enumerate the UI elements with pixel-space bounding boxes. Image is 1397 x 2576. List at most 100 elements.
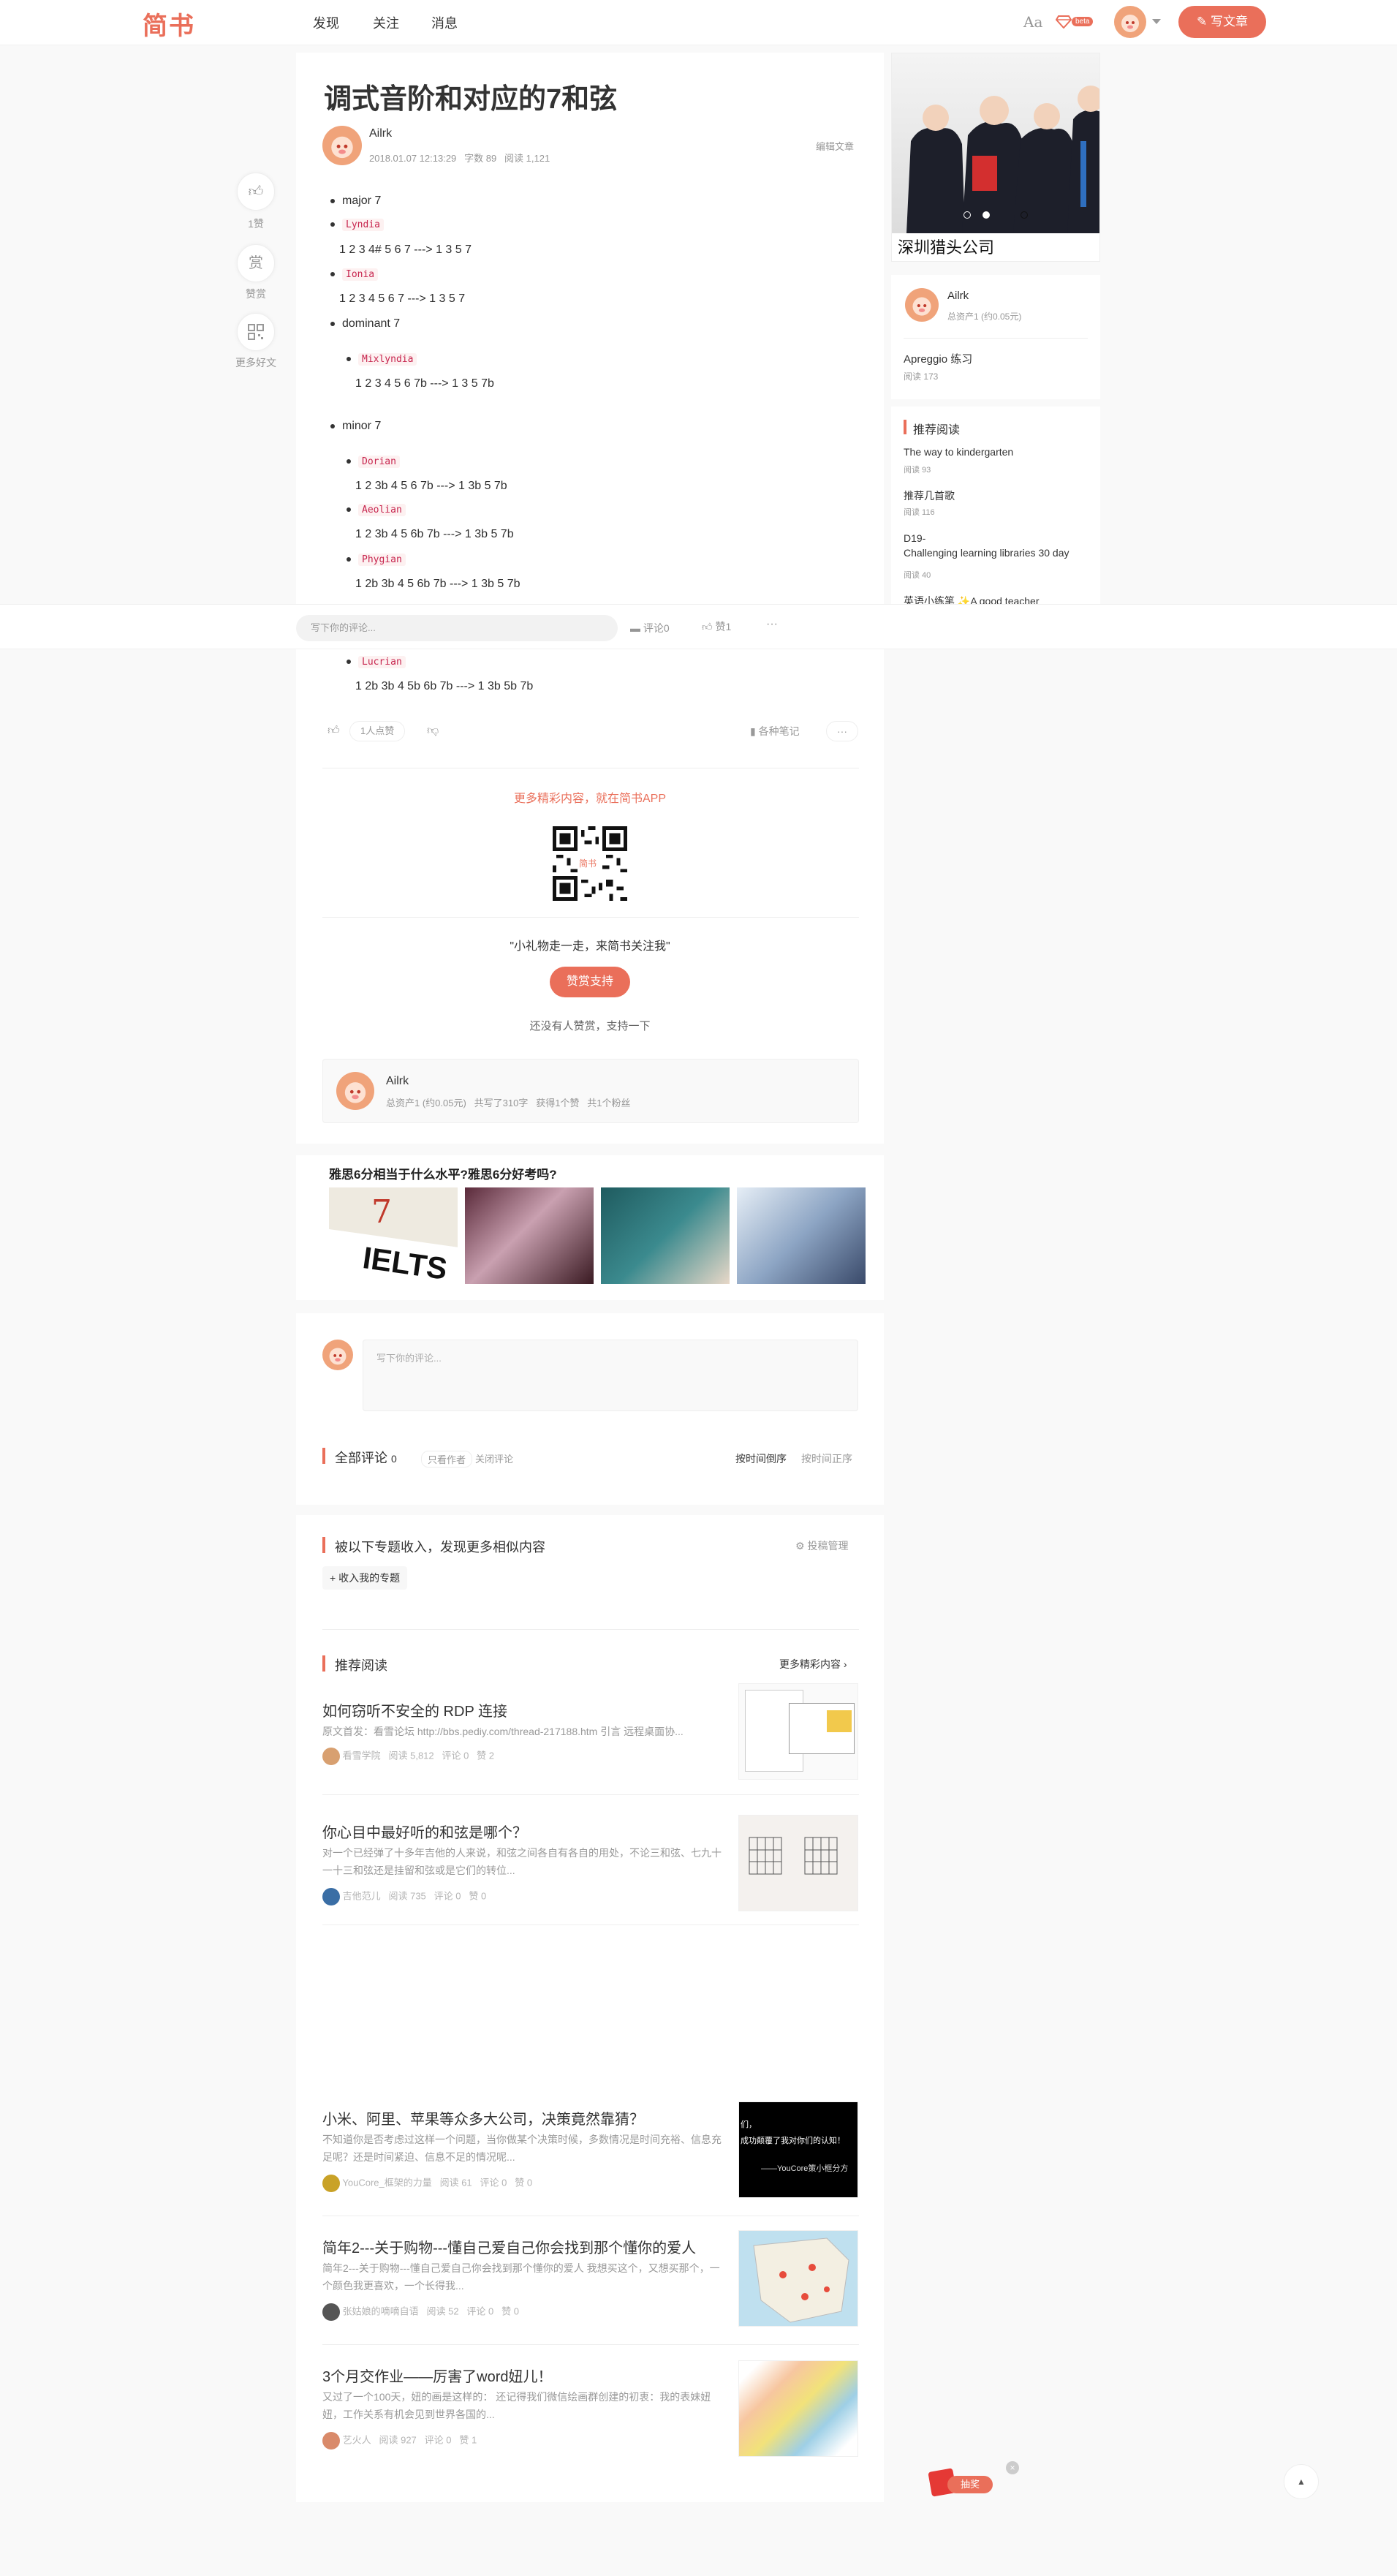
section-marker	[904, 420, 906, 434]
business-people-photo	[906, 86, 1099, 233]
like-side-button[interactable]: 👍︎	[237, 173, 275, 211]
qr-side-button[interactable]	[237, 313, 275, 351]
sidebar-author-name[interactable]: Ailrk	[947, 290, 969, 302]
divider	[322, 1629, 859, 1630]
more-options-button[interactable]: ···	[826, 721, 858, 741]
thumb-text: 们，	[741, 2120, 757, 2129]
rec-author[interactable]: 艺火人	[343, 2434, 371, 2445]
avatar[interactable]	[322, 1748, 340, 1765]
nav-follow[interactable]: 关注	[373, 13, 399, 32]
scale-text: 1 2b 3b 4 5b 6b 7b ---> 1 3b 5b 7b	[355, 680, 534, 692]
sidebar-rec-item[interactable]: D19- Challenging learning libraries 30 d…	[904, 531, 1094, 560]
more-icon[interactable]: ···	[766, 618, 778, 631]
like-count: 1赞	[248, 218, 264, 230]
edit-article-link[interactable]: 编辑文章	[816, 139, 854, 153]
ad-caption[interactable]: 深圳猎头公司	[898, 235, 994, 258]
collections-title: 被以下专题收入，发现更多相似内容	[335, 1540, 545, 1555]
reward-side-button[interactable]: 赏	[237, 244, 275, 282]
close-icon[interactable]: ×	[1006, 2461, 1019, 2474]
rec-author[interactable]: YouCore_框架的力量	[342, 2177, 431, 2188]
notebook-link[interactable]: ▮ 各种笔记	[750, 724, 800, 739]
nav-discover[interactable]: 发现	[313, 13, 339, 32]
nav-messages[interactable]: 消息	[431, 13, 458, 32]
rec-thumbnail[interactable]	[738, 2230, 858, 2327]
thumbs-up-icon[interactable]: 👍︎	[328, 724, 340, 738]
liked-count[interactable]: 1人点赞	[349, 721, 406, 741]
user-avatar[interactable]	[1114, 6, 1146, 38]
sidebar-article-link[interactable]: Apreggio 练习	[904, 351, 972, 366]
sidebar-rec-item[interactable]: The way to kindergarten	[904, 446, 1013, 458]
carousel-dot[interactable]	[1021, 211, 1028, 219]
rec-thumbnail[interactable]	[738, 1815, 858, 1911]
qr-center-label: 简书	[579, 858, 597, 869]
scale-text: 1 2 3 4# 5 6 7 ---> 1 3 5 7	[339, 243, 472, 256]
like-count-bar: 赞1	[715, 621, 732, 632]
chevron-down-icon[interactable]	[1152, 19, 1161, 24]
all-comments-label: 全部评论	[335, 1451, 387, 1465]
more-content-link[interactable]: 更多精彩内容 ›	[779, 1657, 847, 1672]
avatar[interactable]	[322, 2432, 340, 2450]
app-promo-text[interactable]: 更多精彩内容，就在简书APP	[296, 788, 884, 806]
ad-image-classroom[interactable]	[737, 1187, 866, 1284]
author-name[interactable]: Ailrk	[369, 127, 392, 140]
sidebar-ad[interactable]: 深圳猎头公司	[891, 53, 1100, 262]
author-box-name[interactable]: Ailrk	[386, 1075, 409, 1088]
rec-author[interactable]: 看雪学院	[343, 1750, 381, 1761]
sort-desc-link[interactable]: 按时间倒序	[735, 1451, 787, 1466]
avatar[interactable]	[322, 1888, 340, 1905]
list-item: Ionia	[330, 268, 379, 281]
carousel-dot-active[interactable]	[983, 211, 990, 219]
thumb-text: 成功颠覆了我对你们的认知！	[741, 2137, 845, 2145]
stat-assets: 总资产1 (约0.05元)	[386, 1098, 466, 1108]
ad-title[interactable]: 雅思6分相当于什么水平?雅思6分好考吗?	[329, 1164, 557, 1182]
rec-excerpt: 不知道你是否考虑过这样一个问题，当你做某个决策时候，多数情况是时间充裕、信息充足…	[322, 2134, 722, 2163]
sidebar-author-avatar[interactable]	[905, 288, 939, 322]
article-meta: 2018.01.07 12:13:29 字数 89 阅读 1,121	[369, 151, 550, 165]
ad-image-ielts[interactable]: 7 IELTS	[329, 1187, 458, 1284]
beta-label: beta	[1072, 17, 1094, 26]
comment-bar-comments[interactable]: ▬ 评论0	[630, 621, 670, 635]
rec-thumbnail[interactable]	[738, 2360, 858, 2457]
scale-text: 1 2 3 4 5 6 7b ---> 1 3 5 7b	[355, 377, 494, 390]
rec-title[interactable]: 3个月交作业——厉害了word妞儿！	[322, 2365, 552, 2386]
comment-textarea[interactable]: 写下你的评论...	[363, 1340, 858, 1411]
reward-button[interactable]: 赞赏支持	[550, 967, 630, 997]
add-to-collection-button[interactable]: + 收入我的专题	[322, 1566, 408, 1590]
rec-meta: 艺火人 阅读 927 评论 0 赞 1	[322, 2432, 477, 2450]
warning-shape	[827, 1710, 852, 1732]
sidebar-rec-item[interactable]: 推荐几首歌	[904, 488, 955, 503]
rec-title[interactable]: 小米、阿里、苹果等众多大公司，决策竟然靠猜？	[322, 2107, 644, 2129]
comment-bar-likes[interactable]: 👍︎ 赞1	[702, 619, 731, 634]
rec-author[interactable]: 张姑娘的嘀嘀自语	[343, 2305, 419, 2316]
rec-thumbnail[interactable]: 们， 成功颠覆了我对你们的认知！ ——YouCore策小框分方	[738, 2101, 858, 2198]
sidebar-rec-item[interactable]: 英语小练笔 ✨A good teacher	[904, 594, 1040, 604]
avatar[interactable]	[322, 2303, 340, 2321]
rec-title[interactable]: 简年2---关于购物---懂自己爱自己你会找到那个懂你的爱人	[322, 2236, 696, 2257]
rec-reads: 阅读 735	[388, 1890, 426, 1902]
carousel-dot[interactable]	[963, 211, 971, 219]
back-to-top-button[interactable]: ▲	[1284, 2464, 1319, 2499]
author-box-avatar[interactable]	[336, 1072, 374, 1110]
rec-title[interactable]: 你心目中最好听的和弦是哪个？	[322, 1821, 527, 1842]
write-article-button[interactable]: ✎ 写文章	[1178, 6, 1266, 38]
submission-manage-link[interactable]: ⚙ 投稿管理	[795, 1538, 848, 1553]
thumbs-down-icon[interactable]: 👎︎	[427, 724, 439, 738]
mode-code: Ionia	[342, 268, 379, 281]
jianshu-logo[interactable]: 简书	[143, 6, 195, 42]
rec-thumbnail[interactable]	[738, 1683, 858, 1780]
lottery-widget[interactable]: 抽奖 ×	[928, 2461, 1019, 2498]
font-toggle-button[interactable]: Aa	[1023, 13, 1042, 31]
sort-asc-link[interactable]: 按时间正序	[801, 1451, 852, 1466]
mode-code: Mixlyndia	[358, 353, 417, 366]
beta-badge[interactable]: beta	[1056, 14, 1098, 31]
rec-author[interactable]: 吉他范儿	[343, 1890, 381, 1901]
avatar[interactable]	[322, 2175, 340, 2192]
only-author-filter[interactable]: 只看作者	[421, 1451, 473, 1468]
author-avatar[interactable]	[322, 126, 362, 165]
rec-title[interactable]: 如何窃听不安全的 RDP 连接	[322, 1699, 507, 1721]
ad-image-exam-hall[interactable]	[465, 1187, 594, 1284]
close-comments-link[interactable]: 关闭评论	[475, 1451, 513, 1465]
comment-bar-input[interactable]: 写下你的评论...	[296, 615, 618, 641]
list-item: Phygian	[347, 553, 406, 566]
ad-image-teacher[interactable]	[601, 1187, 730, 1284]
